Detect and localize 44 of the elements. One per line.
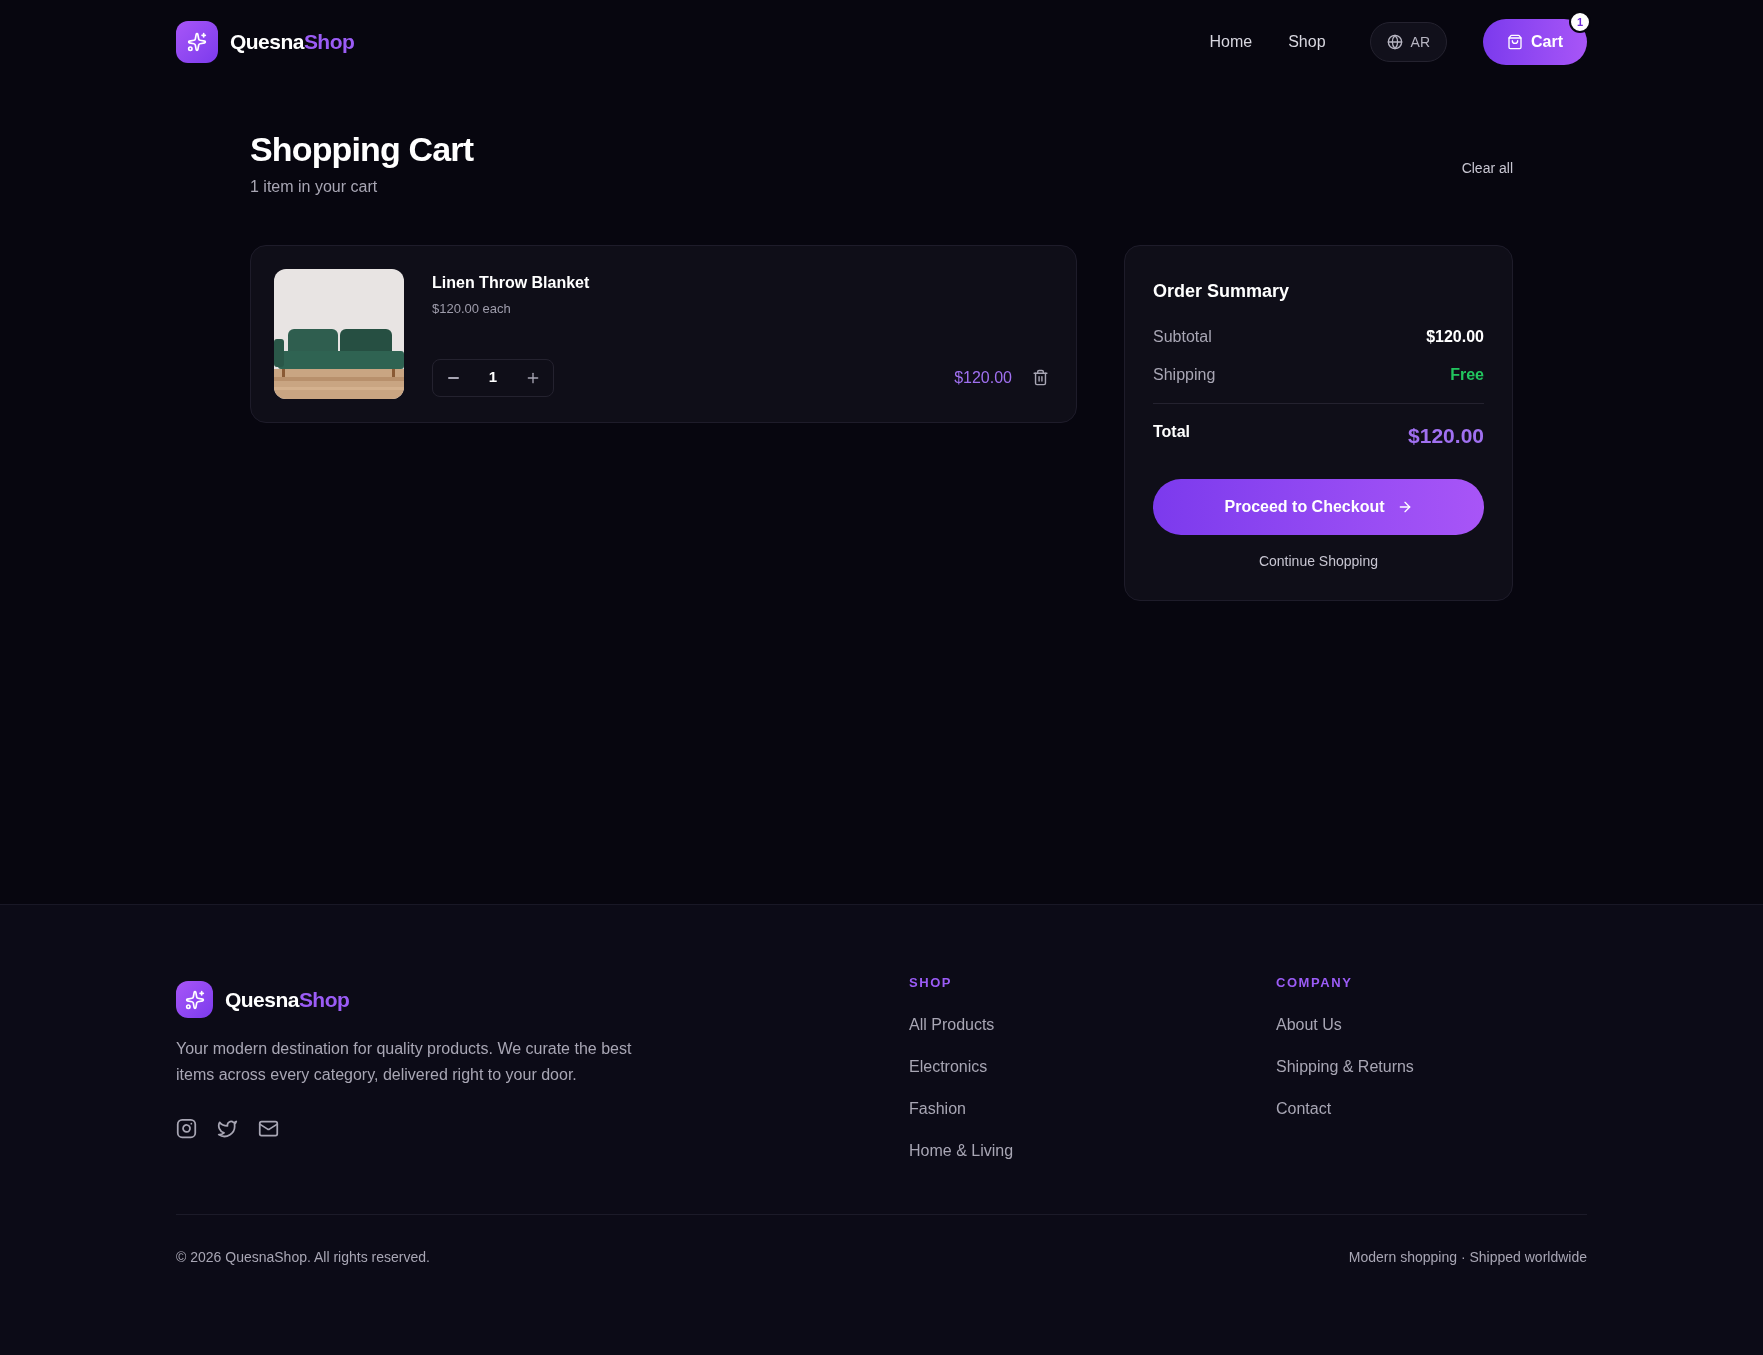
total-label: Total xyxy=(1153,421,1191,442)
cart-count-badge: 1 xyxy=(1569,11,1591,33)
minus-icon xyxy=(447,376,459,379)
logo-icon xyxy=(176,981,213,1018)
footer-link[interactable]: Electronics xyxy=(909,1054,1276,1078)
logo-icon xyxy=(176,21,218,63)
item-count: 1 item in your cart xyxy=(250,176,379,197)
footer-heading: COMPANY xyxy=(1276,974,1354,992)
logo-text[interactable]: QuesnaShop xyxy=(230,26,355,58)
language-button[interactable]: AR xyxy=(1369,22,1447,62)
copyright: © 2026 QuesnaShop. All rights reserved. xyxy=(176,1247,430,1267)
line-total: $120.00 xyxy=(954,367,1012,388)
quantity-value: 1 xyxy=(488,367,498,388)
unit-price: $120.00 each xyxy=(432,299,512,318)
continue-shopping-link[interactable]: Continue Shopping xyxy=(1258,551,1379,572)
summary-label: Shipping xyxy=(1153,364,1216,385)
summary-value: Free xyxy=(1450,364,1484,385)
page-title: Shopping Cart xyxy=(250,129,474,170)
shopping-bag-icon xyxy=(1507,34,1523,50)
product-name: Linen Throw Blanket xyxy=(432,272,591,293)
delete-button[interactable] xyxy=(1032,369,1049,386)
twitter-icon[interactable] xyxy=(217,1118,238,1139)
nav-link[interactable]: Home xyxy=(1209,30,1253,54)
footer-link[interactable]: About Us xyxy=(1276,1012,1586,1036)
footer-link[interactable]: Fashion xyxy=(909,1096,1276,1120)
nav-link[interactable]: Shop xyxy=(1288,30,1326,54)
footer-link[interactable]: Shipping & Returns xyxy=(1276,1054,1586,1078)
footer-link[interactable]: Contact xyxy=(1276,1096,1586,1120)
footer-description: Your modern destination for quality products. We curate the best items across every category, delivered right to your door. xyxy=(176,1039,633,1085)
footer-link[interactable]: Home & Living xyxy=(909,1138,1276,1162)
instagram-icon[interactable] xyxy=(176,1118,197,1139)
trash-icon xyxy=(1032,369,1049,386)
summary-label: Subtotal xyxy=(1153,326,1212,347)
mail-icon[interactable] xyxy=(258,1118,279,1139)
summary-value: $120.00 xyxy=(1426,326,1484,347)
footer-heading: SHOP xyxy=(909,974,954,992)
footer-tagline: Modern shopping · Shipped worldwide xyxy=(1348,1247,1587,1267)
footer-link[interactable]: All Products xyxy=(909,1012,1276,1036)
summary-title: Order Summary xyxy=(1153,279,1291,303)
clear-all-button[interactable]: Clear all xyxy=(1461,158,1513,179)
total-value: $120.00 xyxy=(1408,422,1484,449)
globe-icon xyxy=(1386,34,1403,50)
checkout-button[interactable]: Proceed to Checkout xyxy=(1153,479,1484,535)
logo-text[interactable]: QuesnaShop xyxy=(225,983,350,1016)
